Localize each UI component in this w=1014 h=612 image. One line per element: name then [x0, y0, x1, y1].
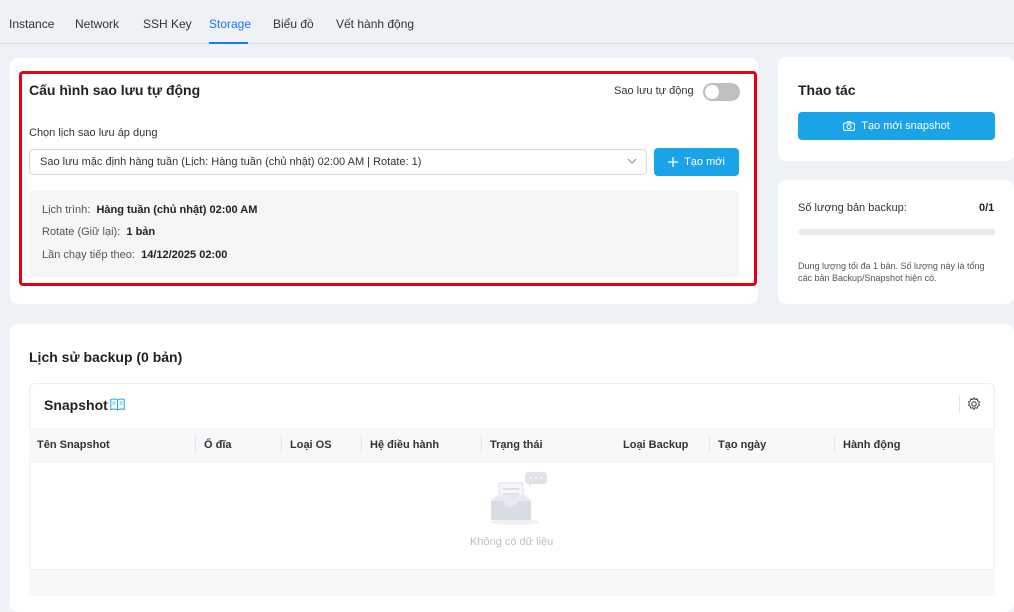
backup-config-title: Cấu hình sao lưu tự động	[29, 82, 201, 98]
detail-next-run: Lần chạy tiếp theo: 14/12/2025 02:00	[42, 249, 227, 261]
backup-count-label: Số lượng bản backup:	[798, 202, 907, 214]
history-title: Lịch sử backup (0 bản)	[29, 349, 183, 365]
auto-backup-toggle[interactable]	[703, 83, 740, 101]
backup-count-card	[778, 180, 1014, 304]
column-header-os[interactable]: Hệ điều hành	[370, 439, 439, 451]
column-separator	[709, 435, 710, 453]
column-header-backup-type[interactable]: Loại Backup	[623, 439, 688, 451]
table-footer	[29, 569, 995, 596]
schedule-select-label: Chọn lịch sao lưu áp dụng	[29, 127, 158, 139]
detail-schedule-label: Lịch trình:	[42, 204, 91, 216]
detail-next-run-value: 14/12/2025 02:00	[141, 249, 228, 261]
column-header-os-type[interactable]: Loại OS	[290, 439, 332, 451]
create-snapshot-button[interactable]: Tạo mới snapshot	[798, 112, 995, 140]
book-icon[interactable]	[110, 398, 125, 411]
empty-state-text: Không có dữ liệu	[470, 536, 554, 548]
create-schedule-label: Tạo mới	[684, 156, 725, 168]
backup-count-note: Dung lượng tối đa 1 bản. Số lượng này là…	[798, 261, 985, 283]
backup-count-progress	[798, 229, 995, 235]
tab-network[interactable]: Network	[75, 17, 119, 31]
chevron-down-icon	[627, 158, 637, 164]
column-header-name[interactable]: Tên Snapshot	[37, 439, 110, 451]
tab-ssh-key[interactable]: SSH Key	[143, 17, 192, 31]
create-schedule-button[interactable]: Tạo mới	[654, 148, 739, 176]
tab-bar: Instance Network SSH Key Storage Biểu đồ…	[0, 0, 1014, 44]
tab-storage[interactable]: Storage	[209, 17, 251, 31]
detail-schedule-value: Hàng tuần (chủ nhật) 02:00 AM	[96, 204, 258, 216]
column-header-disk[interactable]: Ổ đĩa	[204, 439, 232, 451]
column-separator	[361, 435, 362, 453]
column-separator	[195, 435, 196, 453]
tab-instance[interactable]: Instance	[9, 17, 54, 31]
backup-count-value: 0/1	[979, 202, 995, 214]
auto-backup-label: Sao lưu tự động	[614, 85, 694, 97]
tab-action-log[interactable]: Vết hành động	[336, 17, 414, 31]
detail-rotate-value: 1 bản	[126, 226, 156, 238]
column-separator	[281, 435, 282, 453]
detail-next-run-label: Lần chạy tiếp theo:	[42, 249, 135, 261]
schedule-select-value: Sao lưu mặc định hàng tuần (Lịch: Hàng t…	[40, 156, 422, 168]
snapshot-table-title: Snapshot	[44, 397, 108, 413]
actions-title: Thao tác	[798, 82, 856, 98]
column-separator	[834, 435, 835, 453]
schedule-select[interactable]: Sao lưu mặc định hàng tuần (Lịch: Hàng t…	[29, 149, 647, 175]
detail-rotate-label: Rotate (Giữ lại):	[42, 226, 121, 238]
tab-charts[interactable]: Biểu đồ	[273, 17, 314, 31]
plus-icon	[668, 157, 679, 167]
gear-icon[interactable]	[967, 397, 981, 411]
detail-rotate: Rotate (Giữ lại): 1 bản	[42, 226, 155, 238]
empty-inbox-icon	[491, 472, 547, 525]
actions-card	[778, 57, 1014, 161]
column-separator	[481, 435, 482, 453]
column-header-created[interactable]: Tạo ngày	[718, 439, 766, 451]
column-header-actions[interactable]: Hành động	[843, 439, 900, 451]
detail-schedule: Lịch trình: Hàng tuần (chủ nhật) 02:00 A…	[42, 204, 257, 216]
column-header-status[interactable]: Trạng thái	[490, 439, 543, 451]
create-snapshot-label: Tạo mới snapshot	[861, 120, 950, 132]
toggle-knob	[705, 85, 719, 99]
schedule-details: Lịch trình: Hàng tuần (chủ nhật) 02:00 A…	[29, 190, 739, 277]
camera-icon	[843, 121, 856, 131]
toolbar-divider	[959, 395, 960, 413]
active-tab-indicator	[209, 42, 248, 44]
